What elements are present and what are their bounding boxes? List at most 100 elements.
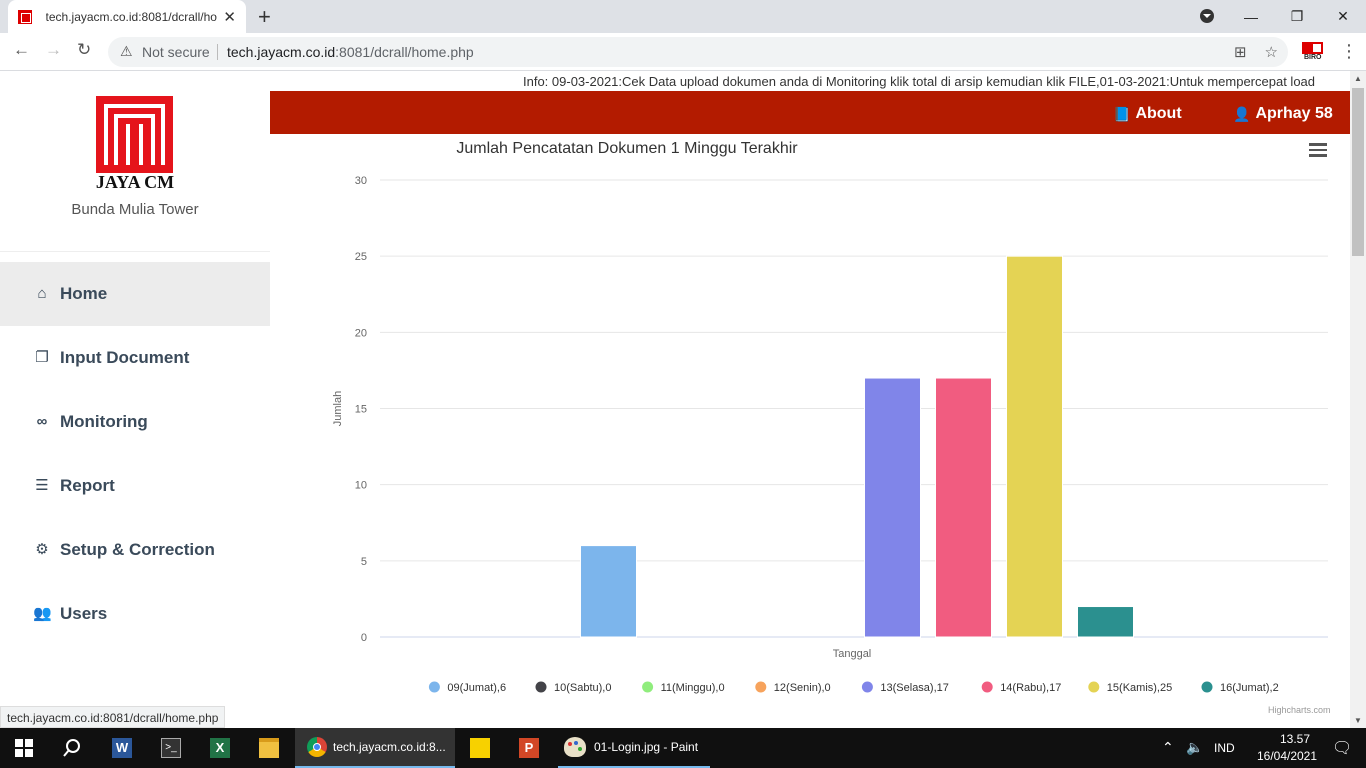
y-tick-label: 10 bbox=[355, 480, 367, 492]
about-link[interactable]: 📘 About bbox=[1113, 105, 1182, 123]
clock-time[interactable]: 13.57 bbox=[1264, 732, 1326, 746]
start-icon[interactable] bbox=[0, 728, 48, 768]
sidebar-item-label: Input Document bbox=[60, 348, 190, 367]
paint-icon bbox=[564, 737, 586, 757]
bar bbox=[1077, 606, 1134, 638]
gear-icon: ⚙ bbox=[35, 541, 49, 558]
legend-marker bbox=[1088, 681, 1100, 693]
logo-text: JAYA CM bbox=[95, 172, 175, 192]
clock-date[interactable]: 16/04/2021 bbox=[1248, 749, 1326, 763]
legend-marker bbox=[1201, 681, 1213, 693]
file-text-icon: ☰ bbox=[35, 477, 49, 494]
sidebar-item-users[interactable]: 👥 Users bbox=[0, 582, 270, 646]
window-controls: — ❐ ✕ bbox=[1228, 0, 1366, 33]
about-label: About bbox=[1135, 105, 1182, 122]
legend-item: 14(Rabu),17 bbox=[1000, 682, 1061, 694]
extension-label: BIRO bbox=[1304, 54, 1322, 61]
sidebar-item-label: Setup & Correction bbox=[60, 540, 215, 559]
sidebar-item-report[interactable]: ☰ Report bbox=[0, 454, 270, 518]
warning-icon[interactable]: ⚠ bbox=[120, 43, 133, 60]
translate-icon[interactable]: ⊞ bbox=[1234, 43, 1247, 61]
forward-icon[interactable]: → bbox=[45, 40, 62, 60]
ticker-text: Info: 09-03-2021:Cek Data upload dokumen… bbox=[523, 74, 1316, 89]
chart-container: Jumlah Pencatatan Dokumen 1 Minggu Terak… bbox=[270, 134, 1350, 728]
divider bbox=[0, 251, 270, 252]
user-menu[interactable]: 👤 Aprhay 58 bbox=[1233, 105, 1333, 123]
word-icon[interactable]: W bbox=[98, 728, 146, 768]
restore-icon[interactable]: ❐ bbox=[1274, 8, 1320, 25]
browser-menu-icon[interactable]: ⋮ bbox=[1340, 41, 1358, 62]
bar bbox=[935, 377, 992, 638]
sidebar: JAYA CM Bunda Mulia Tower ⌂ Home ❐ Input… bbox=[0, 71, 270, 728]
sidebar-item-home[interactable]: ⌂ Home bbox=[0, 262, 270, 326]
page-scrollbar[interactable]: ▲ ▼ bbox=[1350, 71, 1366, 728]
url-host: tech.jayacm.co.id bbox=[227, 44, 336, 60]
language-indicator[interactable]: IND bbox=[1214, 741, 1235, 755]
bar-chart: Jumlah Pencatatan Dokumen 1 Minggu Terak… bbox=[332, 140, 1328, 694]
new-tab-icon[interactable]: + bbox=[258, 4, 271, 30]
sidebar-item-label: Home bbox=[60, 284, 108, 303]
legend-marker bbox=[981, 681, 993, 693]
legend-item: 10(Sabtu),0 bbox=[554, 682, 611, 694]
y-axis-title: Jumlah bbox=[332, 391, 344, 426]
excel-icon[interactable]: X bbox=[196, 728, 244, 768]
divider bbox=[217, 44, 218, 60]
back-icon[interactable]: ← bbox=[13, 40, 30, 60]
chevron-up-icon[interactable]: ⌃ bbox=[1162, 739, 1174, 756]
address-bar[interactable]: ⚠ Not secure tech.jayacm.co.id:8081/dcra… bbox=[108, 37, 1288, 67]
minimize-icon[interactable]: — bbox=[1228, 9, 1274, 25]
sticky-notes-icon[interactable] bbox=[456, 728, 504, 768]
users-icon: 👥 bbox=[33, 605, 52, 622]
volume-icon[interactable]: 🔈 bbox=[1186, 739, 1203, 756]
browser-toolbar: ← → ↻ ⚠ Not secure tech.jayacm.co.id:808… bbox=[0, 33, 1366, 71]
sidebar-item-input-document[interactable]: ❐ Input Document bbox=[0, 326, 270, 390]
chart-credits[interactable]: Highcharts.com bbox=[1268, 705, 1331, 715]
legend-marker bbox=[535, 681, 547, 693]
taskbar-app-label: tech.jayacm.co.id:8... bbox=[333, 740, 446, 754]
chrome-icon bbox=[307, 737, 327, 757]
legend-item: 15(Kamis),25 bbox=[1107, 682, 1172, 694]
y-tick-label: 0 bbox=[361, 632, 367, 644]
sidebar-item-monitoring[interactable]: ∞ Monitoring bbox=[0, 390, 270, 454]
chart-menu-icon[interactable] bbox=[1309, 143, 1327, 157]
legend-marker bbox=[861, 681, 873, 693]
url-path: :8081/dcrall/home.php bbox=[335, 44, 474, 60]
file-explorer-icon[interactable] bbox=[245, 728, 293, 768]
scroll-up-icon[interactable]: ▲ bbox=[1354, 74, 1362, 83]
top-navbar: 📘 About 👤 Aprhay 58 bbox=[270, 91, 1350, 134]
taskbar-app-chrome[interactable]: tech.jayacm.co.id:8... bbox=[295, 728, 455, 768]
binoculars-icon: ∞ bbox=[36, 413, 48, 430]
sidebar-item-label: Monitoring bbox=[60, 412, 148, 431]
y-tick-label: 30 bbox=[355, 175, 367, 187]
windows-taskbar: W >_ X tech.jayacm.co.id:8... P 01-Login… bbox=[0, 728, 1366, 768]
extension-icon[interactable]: BIRO bbox=[1302, 40, 1324, 62]
taskbar-app-paint[interactable]: 01-Login.jpg - Paint bbox=[558, 728, 710, 768]
legend-item: 09(Jumat),6 bbox=[447, 682, 506, 694]
close-tab-icon[interactable]: ✕ bbox=[223, 8, 236, 26]
bar bbox=[580, 545, 637, 638]
close-window-icon[interactable]: ✕ bbox=[1320, 8, 1366, 25]
terminal-icon[interactable]: >_ bbox=[147, 728, 195, 768]
notifications-icon[interactable]: 🗨 bbox=[1332, 738, 1352, 758]
scrollbar-thumb[interactable] bbox=[1352, 88, 1364, 256]
y-tick-label: 5 bbox=[361, 556, 367, 568]
reload-icon[interactable]: ↻ bbox=[77, 40, 91, 60]
sidebar-item-setup-correction[interactable]: ⚙ Setup & Correction bbox=[0, 518, 270, 582]
powerpoint-icon[interactable]: P bbox=[505, 728, 553, 768]
legend-item: 16(Jumat),2 bbox=[1220, 682, 1279, 694]
tab-search-icon[interactable] bbox=[1200, 9, 1214, 23]
sidebar-item-label: Users bbox=[60, 604, 108, 623]
search-icon[interactable] bbox=[48, 728, 96, 768]
status-bar-url: tech.jayacm.co.id:8081/dcrall/home.php bbox=[0, 706, 226, 728]
url-text[interactable]: tech.jayacm.co.id:8081/dcrall/home.php bbox=[227, 44, 474, 60]
legend-item: 13(Selasa),17 bbox=[880, 682, 949, 694]
bookmark-star-icon[interactable]: ☆ bbox=[1265, 43, 1278, 61]
scroll-down-icon[interactable]: ▼ bbox=[1354, 716, 1362, 725]
browser-tab[interactable]: tech.jayacm.co.id:8081/dcrall/ho ✕ bbox=[8, 0, 246, 33]
security-label[interactable]: Not secure bbox=[142, 44, 210, 60]
y-tick-label: 25 bbox=[355, 251, 367, 263]
legend-marker bbox=[642, 681, 654, 693]
browser-tab-strip: tech.jayacm.co.id:8081/dcrall/ho ✕ + — ❐… bbox=[0, 0, 1366, 33]
documents-icon: ❐ bbox=[35, 349, 49, 366]
jaya-cm-logo bbox=[96, 96, 173, 173]
